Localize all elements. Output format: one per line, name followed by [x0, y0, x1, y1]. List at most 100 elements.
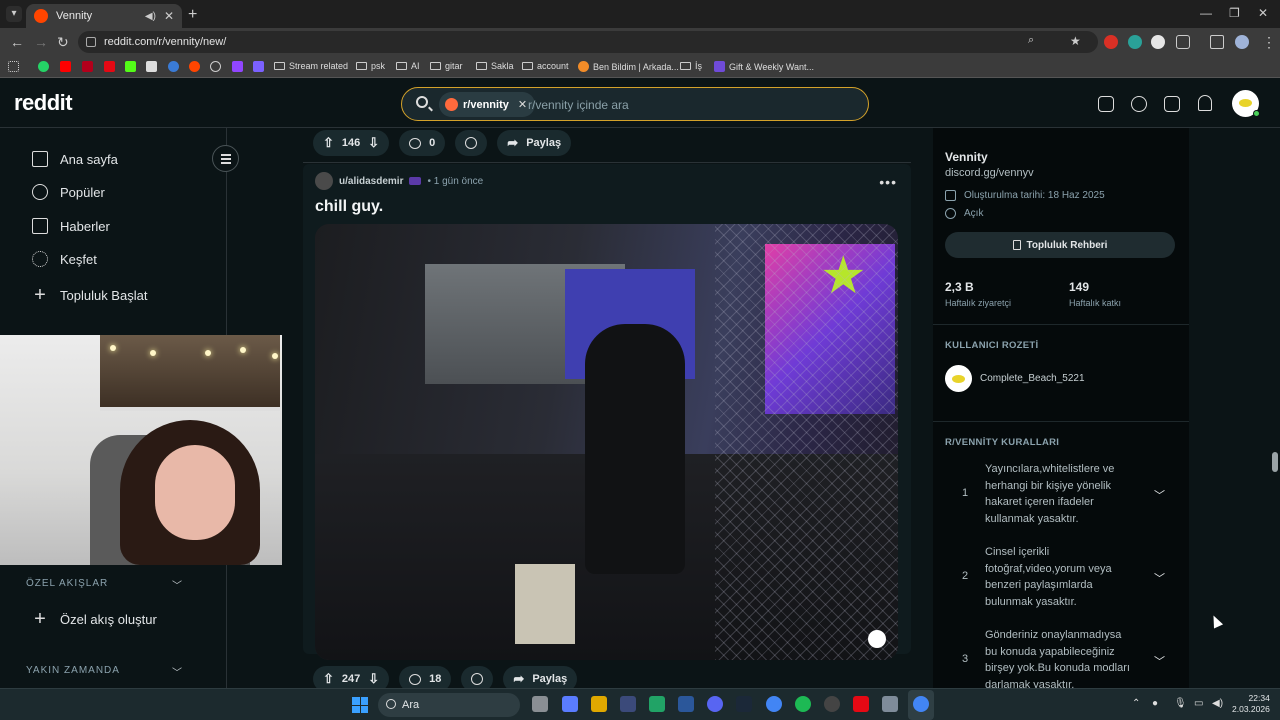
bookmark[interactable] [253, 61, 264, 72]
mic-icon[interactable]: 🎙 [1174, 698, 1187, 709]
award-button[interactable] [455, 130, 488, 156]
steam-icon[interactable] [736, 696, 752, 712]
bookmark-folder-is[interactable]: İş [680, 61, 702, 71]
sidebar-item-start-community[interactable]: + Topluluk Başlat [32, 284, 147, 307]
bookmark-folder-sakla[interactable]: Sakla [476, 61, 514, 71]
chevron-down-icon[interactable]: ﹀ [1154, 487, 1165, 503]
tray-overflow-icon[interactable]: ⌃ [1132, 698, 1140, 709]
chrome-active-icon[interactable] [913, 696, 929, 712]
community-guide-button[interactable]: Topluluk Rehberi [945, 232, 1175, 258]
app-icon[interactable] [620, 696, 636, 712]
bookmark-folder-account[interactable]: account [522, 61, 569, 71]
profile-avatar-icon[interactable] [1235, 35, 1249, 49]
new-tab-button[interactable]: + [188, 6, 197, 24]
zoom-icon[interactable]: ⌕ [1028, 34, 1034, 47]
reading-list-icon[interactable] [1210, 35, 1224, 49]
tab-search-button[interactable]: ▾ [6, 6, 22, 22]
excel-icon[interactable] [649, 696, 665, 712]
netflix-icon[interactable] [853, 696, 869, 712]
browser-tab[interactable]: Vennity ◀) ✕ [26, 4, 182, 28]
bookmark-folder-gitar[interactable]: gitar [430, 61, 463, 71]
sidebar-item-news[interactable]: Haberler [32, 218, 110, 234]
bookmark-folder-ai[interactable]: AI [396, 61, 420, 71]
post-video[interactable]: ★ [315, 224, 898, 660]
subreddit-search-chip[interactable]: r/vennity ✕ [439, 92, 536, 117]
url-field[interactable]: reddit.com/r/vennity/new/ [78, 31, 1098, 53]
post-card[interactable]: u/alidasdemir • 1 gün önce ••• chill guy… [303, 164, 911, 660]
post-title[interactable]: chill guy. [315, 198, 383, 216]
downvote-icon[interactable]: ⇩ [368, 671, 379, 687]
user-avatar[interactable] [1232, 90, 1260, 117]
bookmark[interactable] [146, 61, 157, 72]
bookmark-folder-stream-related[interactable]: Stream related [274, 61, 348, 71]
back-button[interactable]: ← [10, 34, 24, 50]
extensions-puzzle-icon[interactable] [1176, 35, 1190, 49]
speaker-icon[interactable]: ◀) [145, 11, 156, 22]
task-view-icon[interactable] [532, 696, 548, 712]
word-icon[interactable] [678, 696, 694, 712]
whatsapp-bookmark[interactable] [38, 61, 49, 72]
create-post-icon[interactable] [1164, 96, 1180, 112]
upvote-icon[interactable]: ⇧ [323, 135, 334, 151]
browser-menu-icon[interactable]: ⋮ [1262, 34, 1276, 51]
apps-icon[interactable] [8, 61, 19, 72]
bookmark[interactable] [82, 61, 93, 72]
network-icon[interactable]: ▭ [1194, 698, 1203, 709]
site-info-icon[interactable] [86, 37, 96, 47]
search-bar[interactable]: r/vennity ✕ r/vennity içinde ara [401, 87, 869, 121]
spotify-icon[interactable] [795, 696, 811, 712]
taskbar-search[interactable]: Ara [378, 693, 520, 717]
bookmark-ben-bildim[interactable]: Ben Bildim | Arkada... [578, 61, 679, 72]
user-avatar[interactable] [315, 172, 333, 190]
extension-icon[interactable] [1151, 35, 1165, 49]
more-options-icon[interactable]: ••• [879, 174, 897, 190]
downvote-icon[interactable]: ⇩ [368, 135, 379, 151]
discord-icon[interactable] [707, 696, 723, 712]
chevron-down-icon[interactable]: ﹀ [1154, 570, 1165, 586]
restore-button[interactable]: ❐ [1229, 6, 1240, 20]
reload-button[interactable]: ↻ [57, 34, 69, 51]
system-clock[interactable]: 22:34 2.03.2026 [1232, 693, 1270, 715]
reddit-bookmark[interactable] [189, 61, 200, 72]
bookmark[interactable] [168, 61, 179, 72]
bookmark-star-icon[interactable]: ★ [1070, 34, 1081, 48]
close-tab-icon[interactable]: ✕ [164, 9, 174, 23]
app-icon[interactable] [824, 696, 840, 712]
advertise-icon[interactable] [1098, 96, 1114, 112]
youtube-bookmark[interactable] [60, 61, 71, 72]
page-scrollbar[interactable] [1270, 128, 1280, 688]
scrollbar-thumb[interactable] [1272, 452, 1278, 472]
collapse-sidebar-button[interactable] [212, 145, 239, 172]
custom-feeds-heading[interactable]: ÖZEL AKIŞLAR [26, 578, 108, 589]
chevron-down-icon[interactable]: ﹀ [1154, 653, 1165, 669]
create-custom-feed[interactable]: + Özel akış oluştur [32, 608, 157, 631]
windows-start-icon[interactable] [352, 697, 368, 713]
sidebar-item-explore[interactable]: Keşfet [32, 251, 97, 267]
clear-chip-icon[interactable]: ✕ [518, 98, 527, 111]
upvote-icon[interactable]: ⇧ [323, 671, 334, 687]
extension-icon[interactable] [1128, 35, 1142, 49]
reddit-logo[interactable]: reddit [14, 90, 73, 116]
chat-icon[interactable] [1131, 96, 1147, 112]
post-author[interactable]: u/alidasdemir [339, 176, 403, 187]
minimize-button[interactable]: — [1200, 6, 1212, 20]
extension-icon[interactable] [1104, 35, 1118, 49]
user-badge[interactable]: Complete_Beach_5221 [945, 365, 1085, 392]
sidebar-item-popular[interactable]: Popüler [32, 184, 105, 200]
chevron-down-icon[interactable]: ﹀ [172, 577, 182, 592]
share-button[interactable]: ➦ Paylaş [497, 130, 572, 156]
twitch-bookmark[interactable] [232, 61, 243, 72]
kick-bookmark[interactable] [125, 61, 136, 72]
forward-button[interactable]: → [34, 34, 48, 50]
copilot-icon[interactable] [562, 696, 578, 712]
app-icon[interactable] [591, 696, 607, 712]
bookmark-folder-psk[interactable]: psk [356, 61, 385, 71]
chevron-down-icon[interactable]: ﹀ [172, 664, 182, 679]
bookmark-gift-weekly[interactable]: Gift & Weekly Want... [714, 61, 814, 72]
bookmark[interactable] [210, 61, 221, 72]
comments-button[interactable]: 0 [399, 130, 446, 156]
recent-heading[interactable]: YAKIN ZAMANDA [26, 665, 120, 676]
close-window-button[interactable]: ✕ [1258, 6, 1268, 20]
app-icon[interactable] [882, 696, 898, 712]
notifications-bell-icon[interactable] [1198, 95, 1212, 111]
